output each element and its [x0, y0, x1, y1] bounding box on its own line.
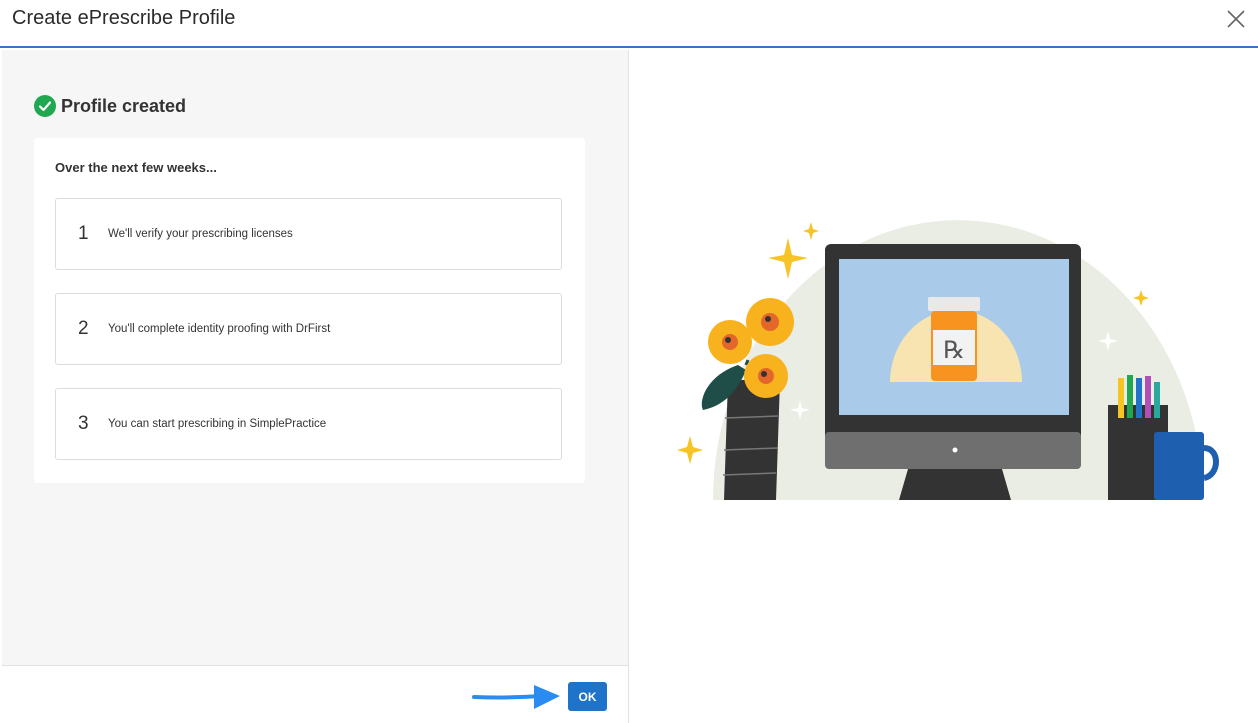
- ok-button[interactable]: OK: [568, 682, 607, 711]
- dialog-footer: OK: [2, 665, 629, 723]
- steps-card: Over the next few weeks... 1 We'll verif…: [34, 138, 585, 483]
- status-text: Profile created: [61, 95, 187, 116]
- dialog-header: Create ePrescribe Profile: [0, 0, 1258, 48]
- step-number: 3: [78, 413, 89, 434]
- step-text: You can start prescribing in SimplePract…: [108, 418, 327, 430]
- step-item: 1 We'll verify your prescribing licenses: [55, 198, 562, 270]
- card-heading: Over the next few weeks...: [55, 160, 217, 175]
- status-row: Profile created: [34, 95, 186, 117]
- step-number: 1: [78, 223, 89, 244]
- arrow-right-icon: [472, 685, 560, 709]
- step-text: You'll complete identity proofing with D…: [108, 323, 331, 335]
- close-button[interactable]: [1222, 5, 1250, 33]
- left-pane: Profile created Over the next few weeks.…: [2, 50, 629, 665]
- check-circle-icon: [34, 95, 56, 117]
- eprescribe-illustration: ℞: [677, 220, 1219, 500]
- step-text: We'll verify your prescribing licenses: [108, 228, 293, 240]
- rx-label: ℞: [943, 336, 965, 364]
- step-item: 2 You'll complete identity proofing with…: [55, 293, 562, 365]
- step-number: 2: [78, 318, 89, 339]
- close-icon: [1227, 10, 1245, 28]
- dialog-title: Create ePrescribe Profile: [12, 7, 236, 29]
- step-item: 3 You can start prescribing in SimplePra…: [55, 388, 562, 460]
